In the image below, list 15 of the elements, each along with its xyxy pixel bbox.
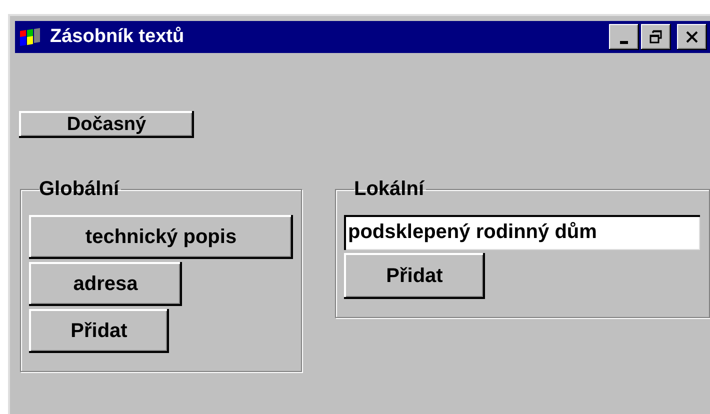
group-title: Lokální bbox=[354, 178, 426, 201]
text-button[interactable]: Přidat bbox=[29, 309, 169, 353]
window-title: Zásobník textů bbox=[50, 26, 186, 48]
text-button[interactable]: Přidat bbox=[344, 253, 485, 299]
temp-button[interactable]: Dočasný bbox=[19, 111, 194, 138]
group-title: Globální bbox=[39, 178, 120, 201]
text-button[interactable]: adresa bbox=[29, 262, 182, 306]
text-field[interactable]: podsklepený rodinný dům bbox=[344, 215, 700, 250]
restore-icon bbox=[649, 30, 663, 44]
close-icon bbox=[685, 30, 699, 44]
restore-button[interactable] bbox=[641, 24, 671, 50]
minimize-icon bbox=[620, 40, 628, 44]
close-button[interactable] bbox=[677, 24, 707, 50]
minimize-button[interactable] bbox=[609, 24, 639, 50]
text-button[interactable]: technický popis bbox=[29, 215, 293, 259]
